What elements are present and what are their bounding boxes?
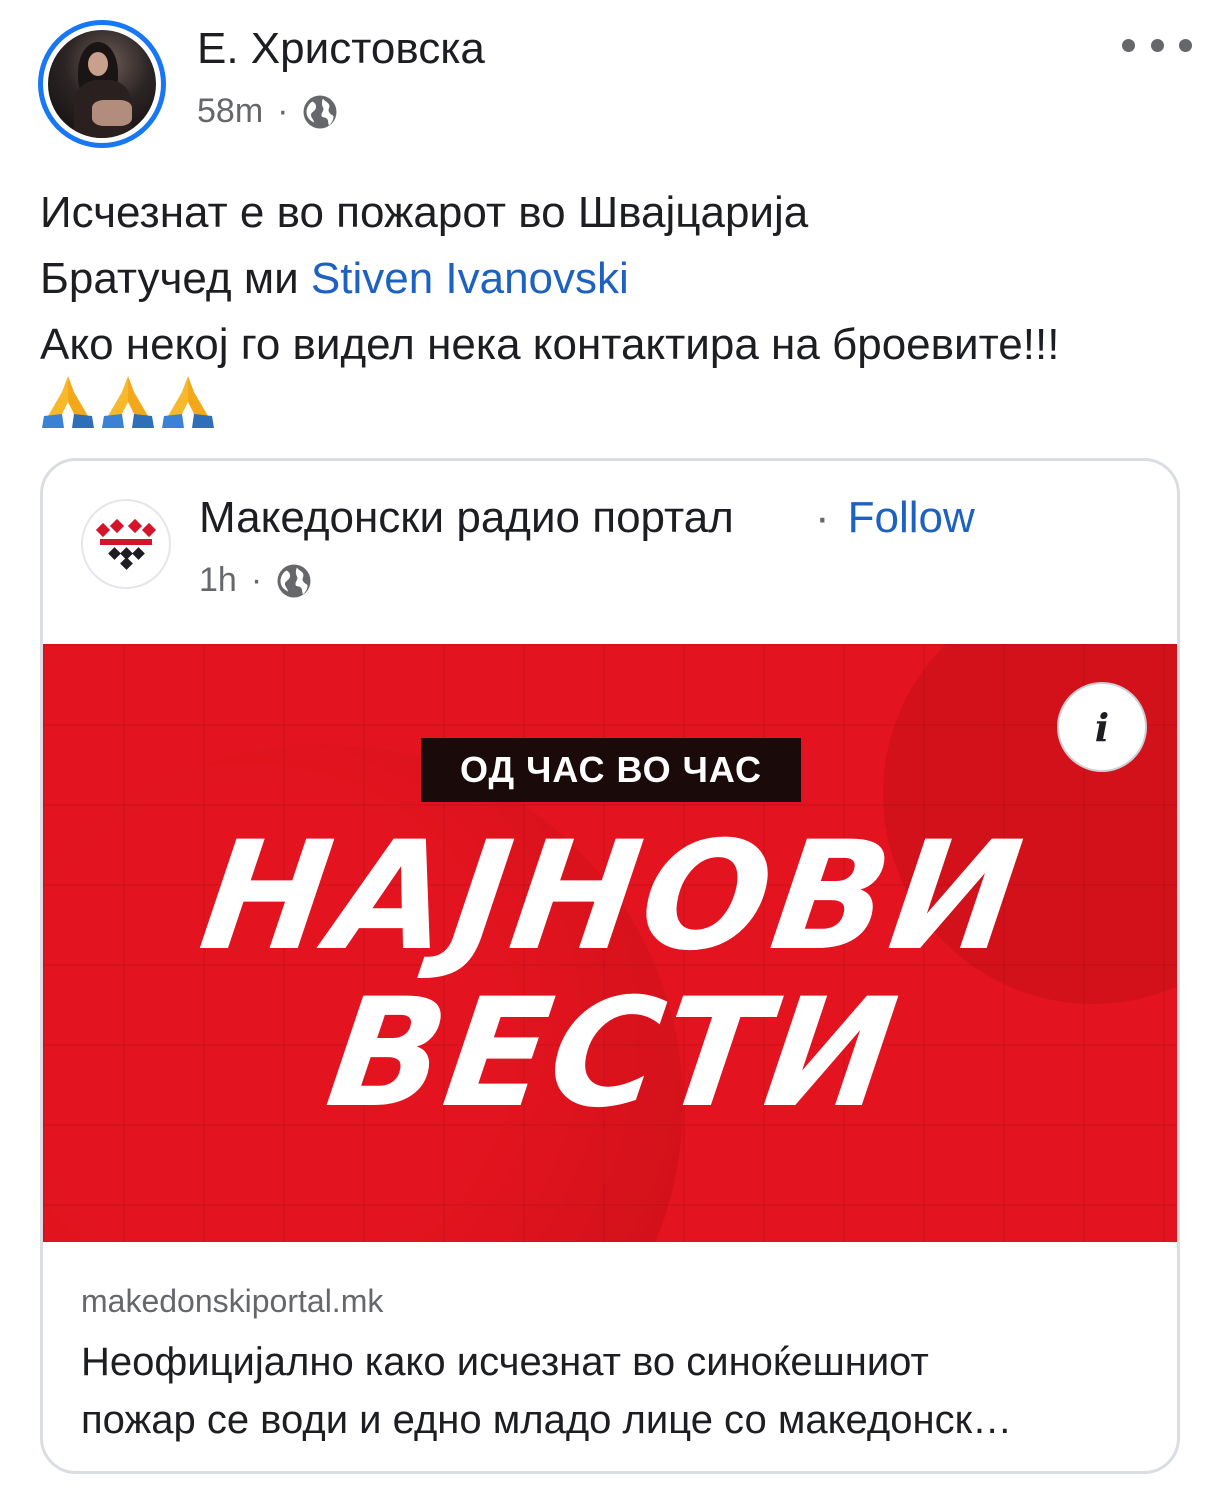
shared-post-card[interactable]: Македонски радио портал · Follow 1h · i О… — [40, 458, 1180, 1474]
link-preview-image[interactable]: i ОД ЧАС ВО ЧАС НАЈНОВИ ВЕСТИ — [43, 644, 1177, 1242]
banner-headline-line-2: ВЕСТИ — [318, 967, 908, 1141]
folded-hands-icon — [42, 376, 94, 428]
follow-separator: · — [815, 493, 830, 542]
more-options-button[interactable] — [1122, 28, 1192, 62]
globe-icon[interactable] — [276, 563, 312, 599]
post-text-line: Братучед ми Stiven Ivanovski — [40, 246, 1190, 312]
post-header: Е. Христовска 58m · — [0, 0, 1220, 160]
follow-button[interactable]: Follow — [848, 493, 975, 542]
post-time[interactable]: 58m — [197, 92, 263, 131]
avatar-photo — [48, 30, 156, 138]
shared-meta: 1h · — [199, 561, 312, 600]
page-logo[interactable] — [81, 499, 171, 589]
post-text-prefix: Братучед ми — [40, 254, 311, 303]
mention-link[interactable]: Stiven Ivanovski — [311, 254, 629, 303]
link-title-line: пожар се води и едно младо лице со макед… — [81, 1398, 1013, 1442]
meta-separator: · — [250, 561, 263, 599]
globe-icon[interactable] — [302, 94, 338, 130]
link-title[interactable]: Неофицијално како исчезнат во синоќешнио… — [81, 1333, 1141, 1449]
banner-headline-line-1: НАЈНОВИ — [191, 810, 1035, 984]
info-button[interactable]: i — [1057, 682, 1147, 772]
post-text-line: Исчезнат е во пожарот во Швајцарија — [40, 188, 809, 237]
author-name[interactable]: Е. Христовска — [197, 24, 485, 74]
shared-time[interactable]: 1h — [199, 561, 237, 600]
post-meta: 58m · — [197, 92, 338, 131]
more-horizontal-icon — [1122, 38, 1135, 52]
post-text-line: Ако некој го видел нека контактира на бр… — [40, 320, 1060, 369]
author-avatar[interactable] — [38, 20, 166, 148]
follow-area: · Follow — [815, 493, 975, 543]
emoji-row — [40, 372, 216, 430]
meta-separator: · — [277, 92, 289, 130]
post-text: Исчезнат е во пожарот во Швајцарија Брат… — [40, 180, 1190, 378]
page-logo-icon — [95, 518, 157, 570]
page-name[interactable]: Македонски радио портал — [199, 493, 734, 543]
link-domain[interactable]: makedonskiportal.mk — [81, 1283, 383, 1320]
link-title-line: Неофицијално како исчезнат во синоќешнио… — [81, 1340, 929, 1384]
banner-kicker: ОД ЧАС ВО ЧАС — [421, 738, 801, 802]
folded-hands-icon — [102, 376, 154, 428]
folded-hands-icon — [162, 376, 214, 428]
